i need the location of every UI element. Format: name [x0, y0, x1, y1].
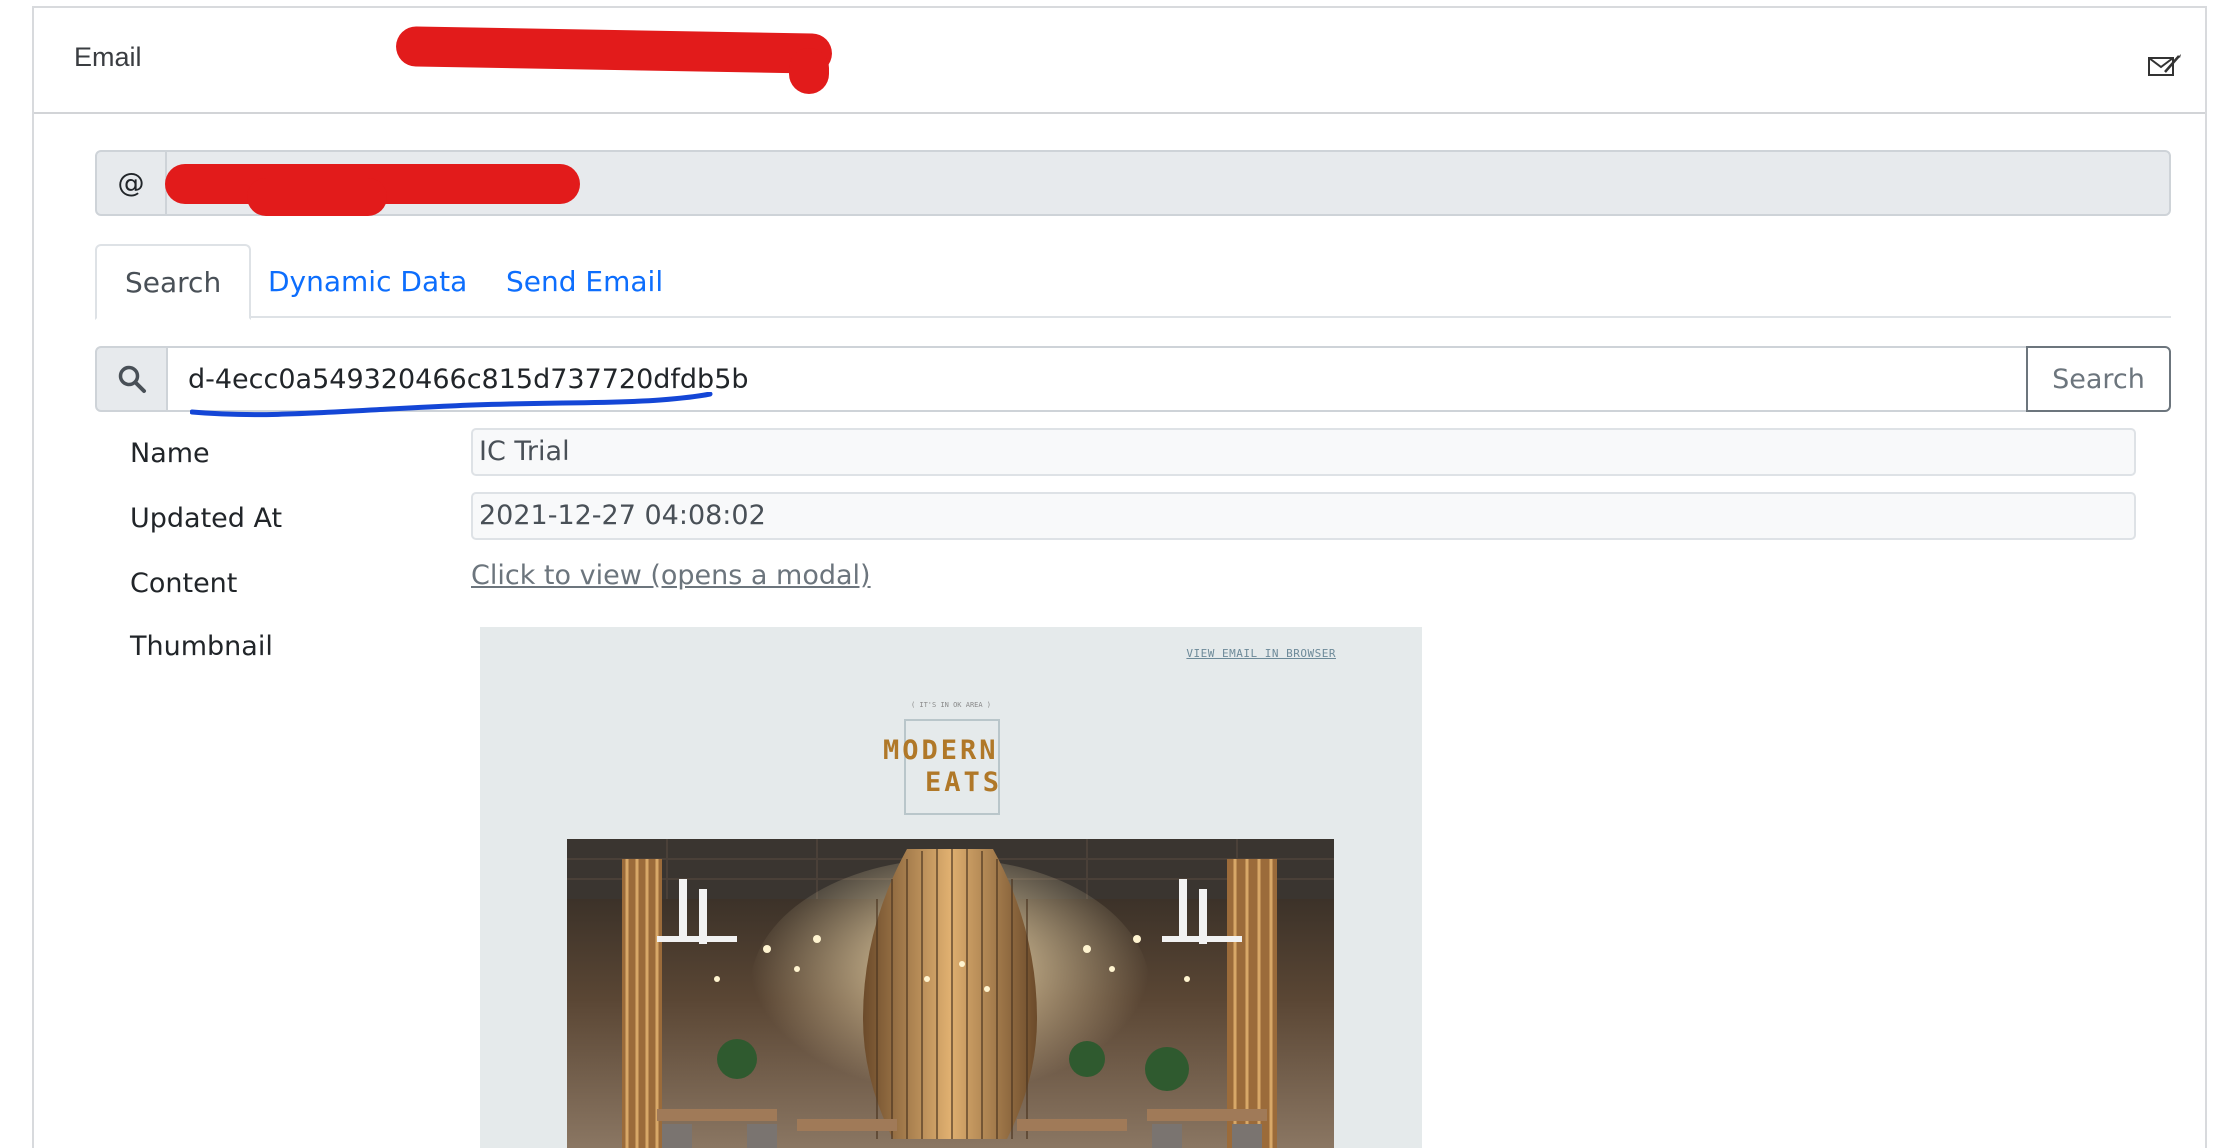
- name-label: Name: [130, 438, 210, 469]
- at-prefix: @: [97, 152, 167, 214]
- name-value: IC Trial: [471, 428, 2136, 476]
- thumbnail-label: Thumbnail: [130, 631, 273, 662]
- redaction-mark: [247, 178, 387, 216]
- search-button[interactable]: Search: [2026, 346, 2171, 412]
- envelope-pencil-icon[interactable]: [2147, 52, 2181, 78]
- email-address-group: @: [95, 150, 2171, 216]
- tab-search[interactable]: Search: [95, 244, 252, 320]
- updated-at-value: 2021-12-27 04:08:02: [471, 492, 2136, 540]
- logo-line-1: MODERN: [883, 735, 999, 766]
- logo-line-2: EATS: [925, 767, 1003, 798]
- tab-send-email[interactable]: Send Email: [478, 244, 691, 318]
- email-thumbnail[interactable]: VIEW EMAIL IN BROWSER ( IT'S IN OK AREA …: [480, 627, 1422, 1148]
- thumbnail-tagline: ( IT'S IN OK AREA ): [910, 701, 992, 709]
- annotation-underline: [190, 392, 713, 418]
- search-addon: [95, 346, 168, 412]
- search-icon: [118, 365, 146, 393]
- tab-bar: Search Dynamic Data Send Email: [95, 244, 2171, 320]
- card-header: Email: [34, 8, 2205, 114]
- content-label: Content: [130, 568, 238, 599]
- restaurant-photo: [567, 839, 1334, 1148]
- redaction-mark: [789, 48, 829, 94]
- content-view-link[interactable]: Click to view (opens a modal): [471, 560, 871, 591]
- card-title: Email: [74, 42, 142, 72]
- tab-dynamic-data[interactable]: Dynamic Data: [240, 244, 495, 318]
- redaction-mark: [395, 26, 833, 74]
- updated-at-label: Updated At: [130, 503, 283, 534]
- view-in-browser-link: VIEW EMAIL IN BROWSER: [1186, 647, 1336, 660]
